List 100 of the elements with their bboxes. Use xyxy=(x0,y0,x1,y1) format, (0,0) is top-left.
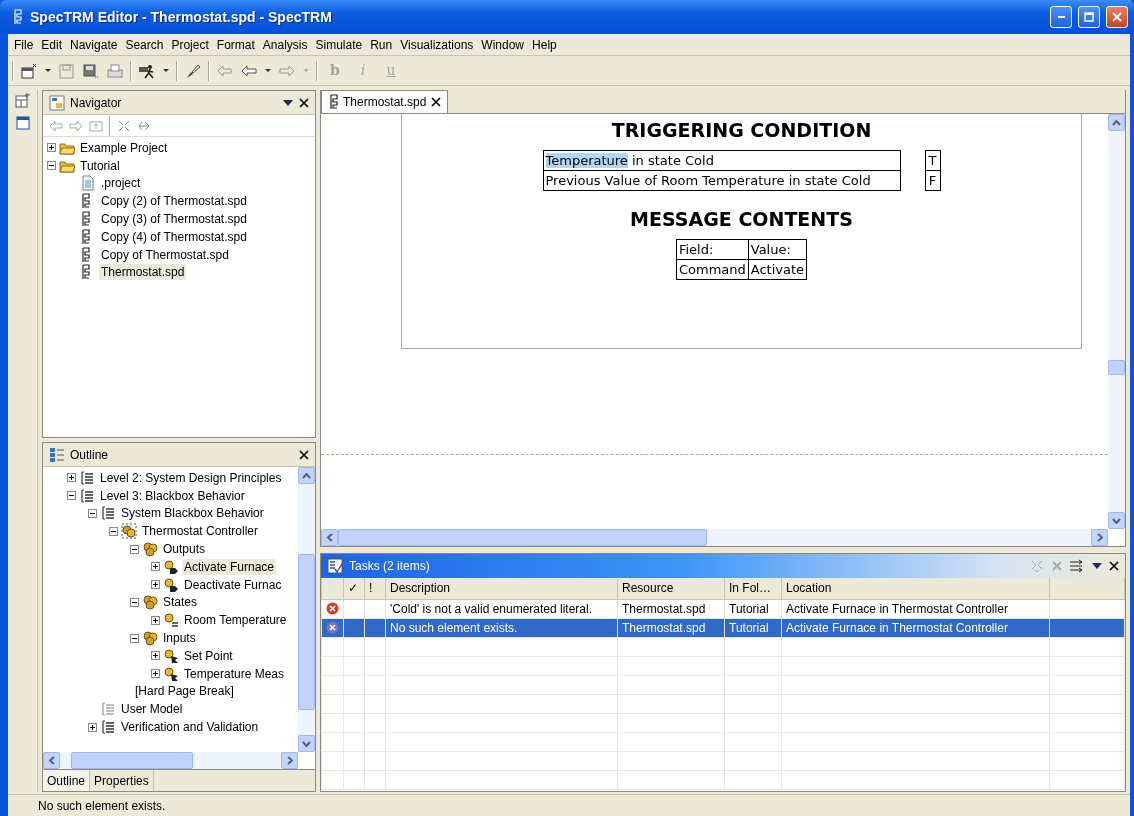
tree-item[interactable]: [Hard Page Break] xyxy=(133,683,236,700)
link-icon[interactable] xyxy=(137,119,151,132)
column-header[interactable]: ! xyxy=(364,578,386,599)
close-icon[interactable] xyxy=(431,97,442,107)
column-header[interactable]: Location xyxy=(781,578,1050,599)
tree-item[interactable]: Set Point xyxy=(182,647,235,664)
tree-item[interactable]: Activate Furnace xyxy=(182,558,277,575)
menu-item[interactable]: Window xyxy=(477,35,529,54)
view-menu-icon[interactable] xyxy=(282,98,294,107)
scroll-right-button[interactable] xyxy=(1091,529,1108,546)
tree-item[interactable]: Inputs xyxy=(161,630,198,647)
task-row[interactable]: 'Cold' is not a valid enumerated literal. Thermostat.spd Tutorial Activate Furnace in Thermostat Controller xyxy=(321,599,1125,618)
print-icon[interactable] xyxy=(106,62,124,79)
tree-item[interactable]: .project xyxy=(99,175,143,192)
scroll-thumb[interactable] xyxy=(338,529,707,546)
new-icon[interactable] xyxy=(20,62,38,79)
menu-item[interactable]: Edit xyxy=(37,35,67,54)
tree-item[interactable]: Copy (4) of Thermostat.spd xyxy=(99,228,249,245)
expand-toggle[interactable] xyxy=(88,722,97,732)
expand-toggle[interactable] xyxy=(151,615,160,625)
gears-icon xyxy=(142,594,158,611)
tree-item[interactable]: Outputs xyxy=(161,541,208,558)
panel-tab[interactable]: Outline xyxy=(43,770,91,791)
arrows-icon[interactable] xyxy=(1069,559,1085,573)
menu-item[interactable]: Search xyxy=(121,35,168,54)
tree-item[interactable]: Copy of Thermostat.spd xyxy=(99,246,231,263)
column-header[interactable]: ✓ xyxy=(343,578,365,599)
collapse-toggle[interactable] xyxy=(130,544,139,554)
gear-lines-icon xyxy=(163,612,179,629)
horizontal-scrollbar[interactable] xyxy=(321,529,1108,546)
gears-icon xyxy=(142,630,158,647)
save-all-icon[interactable] xyxy=(82,62,100,79)
menu-item[interactable]: Simulate xyxy=(311,35,367,54)
table-cell: Thermostat.spd xyxy=(617,599,725,618)
close-button[interactable] xyxy=(1106,6,1128,28)
column-header[interactable]: In Fol… xyxy=(724,578,782,599)
run-figure-icon[interactable] xyxy=(138,62,156,79)
collapse-toggle[interactable] xyxy=(67,491,76,501)
scroll-thumb[interactable] xyxy=(298,554,315,710)
column-header[interactable]: Description xyxy=(385,578,618,599)
collapse-all-icon[interactable] xyxy=(117,119,131,132)
tree-item[interactable]: Example Project xyxy=(78,139,170,156)
close-icon[interactable] xyxy=(299,449,309,460)
tree-item[interactable]: System Blackbox Behavior xyxy=(119,505,266,522)
collapse-toggle[interactable] xyxy=(109,526,118,536)
task-row[interactable]: No such element exists. Thermostat.spd Tutorial Activate Furnace in Thermostat Controller xyxy=(321,618,1125,637)
tree-item[interactable]: Copy (3) of Thermostat.spd xyxy=(99,211,249,228)
scroll-up-button[interactable] xyxy=(298,467,315,484)
maximize-button[interactable] xyxy=(1078,6,1100,28)
tree-item[interactable]: Level 3: Blackbox Behavior xyxy=(98,487,247,504)
expand-toggle[interactable] xyxy=(151,669,160,679)
tree-item[interactable]: Level 2: System Design Principles xyxy=(98,469,284,486)
menu-item[interactable]: Visualizations xyxy=(396,35,478,54)
expand-toggle[interactable] xyxy=(67,473,76,483)
vertical-scrollbar[interactable] xyxy=(1108,114,1125,529)
tree-item[interactable]: Thermostat Controller xyxy=(140,523,261,540)
expand-toggle[interactable] xyxy=(47,143,56,153)
collapse-toggle[interactable] xyxy=(88,509,97,518)
scroll-down-button[interactable] xyxy=(298,735,315,752)
scroll-left-button[interactable] xyxy=(43,752,60,769)
view-menu-icon[interactable] xyxy=(1091,562,1103,570)
tree-item[interactable]: States xyxy=(161,594,200,611)
close-icon[interactable] xyxy=(299,97,309,108)
vertical-scrollbar[interactable] xyxy=(298,467,315,752)
tree-item[interactable]: Verification and Validation xyxy=(119,719,261,736)
minimize-button[interactable] xyxy=(1050,6,1072,28)
menu-item[interactable]: Analysis xyxy=(258,35,312,54)
menu-item[interactable]: Navigate xyxy=(66,35,122,54)
scroll-left-button[interactable] xyxy=(321,529,338,546)
collapse-toggle[interactable] xyxy=(130,633,139,643)
menu-item[interactable]: Format xyxy=(212,35,259,54)
tree-item[interactable]: Thermostat.spd xyxy=(99,264,187,281)
list-icon xyxy=(79,469,95,486)
horizontal-scrollbar[interactable] xyxy=(43,752,298,769)
collapse-toggle[interactable] xyxy=(130,597,139,607)
column-header[interactable]: Resource xyxy=(617,578,725,599)
editor-tab[interactable]: Thermostat.spd xyxy=(321,90,449,113)
menu-item[interactable]: Run xyxy=(366,35,397,54)
scroll-up-button[interactable] xyxy=(1108,114,1125,131)
tree-item[interactable]: Copy (2) of Thermostat.spd xyxy=(99,193,249,210)
brush-icon[interactable] xyxy=(184,62,202,79)
scroll-thumb[interactable] xyxy=(71,752,193,769)
close-icon[interactable] xyxy=(1109,561,1119,571)
scroll-down-button[interactable] xyxy=(1108,512,1125,529)
expand-toggle[interactable] xyxy=(151,651,160,661)
menu-item[interactable]: Project xyxy=(167,35,213,54)
menu-item[interactable]: File xyxy=(10,35,38,54)
new-view-icon[interactable] xyxy=(14,92,31,108)
window-icon[interactable] xyxy=(15,116,30,130)
expand-toggle[interactable] xyxy=(151,580,160,590)
tree-item[interactable]: Room Temperature xyxy=(182,612,289,629)
collapse-toggle[interactable] xyxy=(47,161,56,171)
tree-item[interactable]: Deactivate Furnac xyxy=(182,576,284,593)
menu-item[interactable]: Help xyxy=(528,35,561,54)
expand-toggle[interactable] xyxy=(151,562,160,572)
tree-item[interactable]: Temperature Meas xyxy=(182,665,287,682)
tree-item[interactable]: Tutorial xyxy=(78,157,122,174)
tree-item[interactable]: User Model xyxy=(119,701,185,718)
scroll-right-button[interactable] xyxy=(281,752,298,769)
scroll-thumb[interactable] xyxy=(1108,359,1125,375)
